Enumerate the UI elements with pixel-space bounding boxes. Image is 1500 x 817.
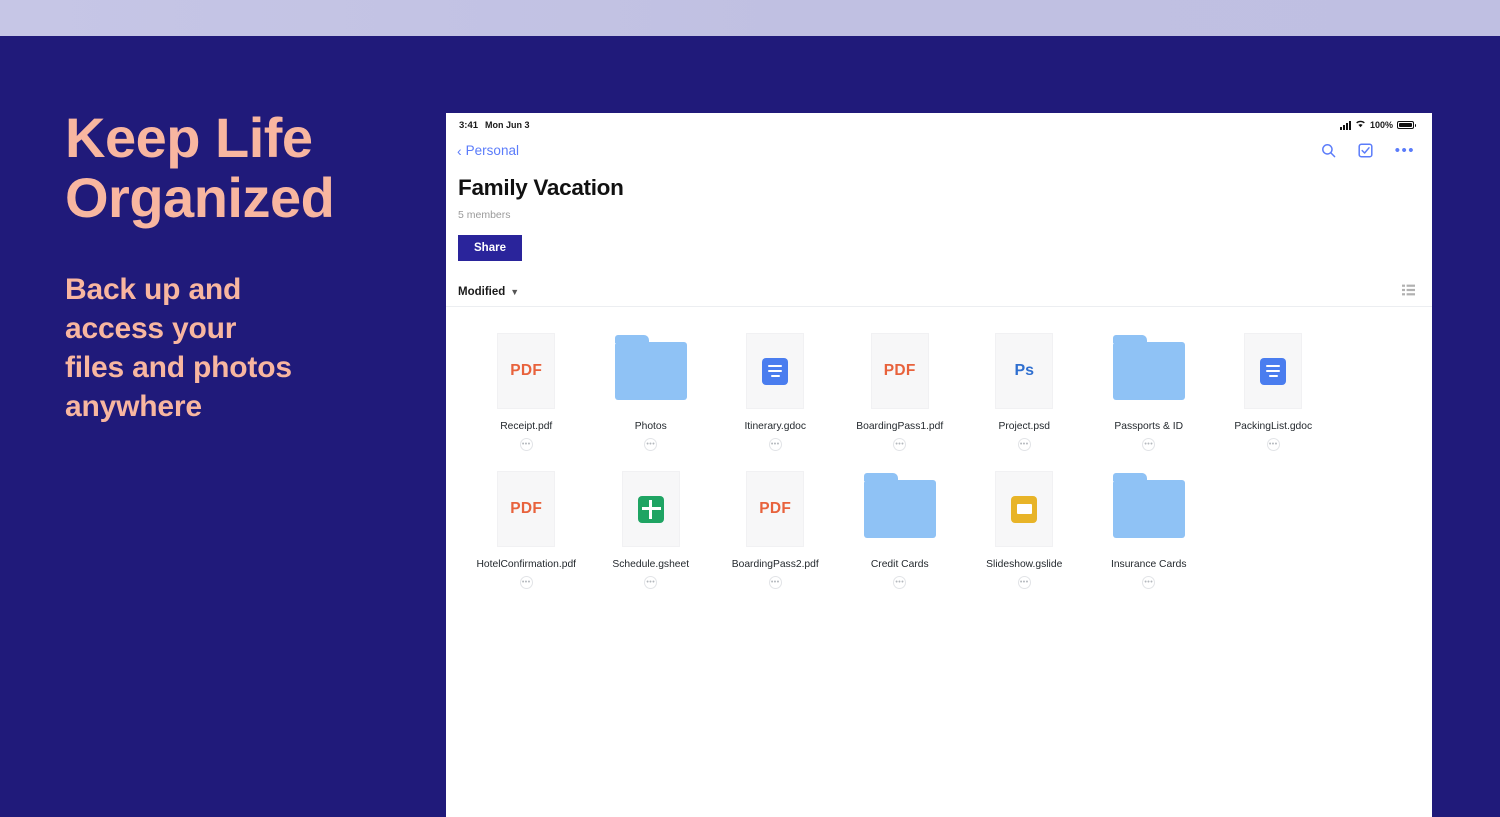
file-overflow-menu-icon[interactable]: ••• xyxy=(1017,438,1031,451)
file-tile[interactable]: PackingList.gdoc ••• xyxy=(1211,329,1336,451)
pdf-file-icon: PDF xyxy=(734,467,816,551)
share-button[interactable]: Share xyxy=(458,235,522,261)
file-overflow-menu-icon[interactable]: ••• xyxy=(1266,438,1280,451)
promo-subtext-line-4: anywhere xyxy=(65,390,202,423)
sort-dropdown[interactable]: Modified ▼ xyxy=(458,286,519,298)
file-overflow-menu-icon[interactable]: ••• xyxy=(519,438,533,451)
file-name: BoardingPass1.pdf xyxy=(856,421,944,432)
file-overflow-menu-icon[interactable]: ••• xyxy=(893,576,907,589)
folder-icon xyxy=(1108,467,1190,551)
folder-icon xyxy=(610,329,692,413)
folder-icon xyxy=(859,467,941,551)
file-name: HotelConfirmation.pdf xyxy=(476,559,577,570)
file-overflow-menu-icon[interactable]: ••• xyxy=(768,438,782,451)
file-tile[interactable]: PDF BoardingPass1.pdf ••• xyxy=(838,329,963,451)
file-name: Slideshow.gslide xyxy=(986,559,1063,570)
list-view-icon[interactable] xyxy=(1402,283,1415,301)
file-name: Receipt.pdf xyxy=(500,421,553,432)
page-title: Family Vacation xyxy=(458,175,624,200)
chevron-down-icon: ▼ xyxy=(510,287,520,297)
top-accent-band xyxy=(0,0,1500,36)
file-overflow-menu-icon[interactable]: ••• xyxy=(519,576,533,589)
status-bar: 3:41 Mon Jun 3 100% xyxy=(446,113,1432,133)
file-name: Project.psd xyxy=(998,421,1050,432)
file-name: Schedule.gsheet xyxy=(612,559,690,570)
sort-bar: Modified ▼ xyxy=(446,278,1432,307)
file-tile[interactable]: PDF Receipt.pdf ••• xyxy=(464,329,589,451)
file-name: Photos xyxy=(634,421,667,432)
battery-percent: 100% xyxy=(1369,120,1393,130)
file-name: PackingList.gdoc xyxy=(1234,421,1313,432)
back-label: Personal xyxy=(465,143,519,158)
member-count: 5 members xyxy=(458,209,511,221)
file-tile[interactable]: Photos ••• xyxy=(589,329,714,451)
folder-icon xyxy=(1108,329,1190,413)
file-overflow-menu-icon[interactable]: ••• xyxy=(1142,438,1156,451)
file-tile[interactable]: Credit Cards ••• xyxy=(838,467,963,589)
battery-icon xyxy=(1397,120,1416,130)
ellipsis-icon[interactable]: ••• xyxy=(1395,143,1415,158)
file-name: Passports & ID xyxy=(1114,421,1184,432)
file-tile[interactable]: Slideshow.gslide ••• xyxy=(962,467,1087,589)
promo-headline-line-2: Organized xyxy=(65,166,335,229)
file-name: Itinerary.gdoc xyxy=(744,421,807,432)
file-name: BoardingPass2.pdf xyxy=(731,559,819,570)
file-tile[interactable]: PDF BoardingPass2.pdf ••• xyxy=(713,467,838,589)
file-tile[interactable]: Insurance Cards ••• xyxy=(1087,467,1212,589)
google-doc-icon xyxy=(1232,329,1314,413)
photoshop-file-icon: Ps xyxy=(983,329,1065,413)
checkbox-select-icon[interactable] xyxy=(1358,143,1373,158)
promo-subtext-line-3: files and photos xyxy=(65,351,292,384)
tablet-app-panel: 3:41 Mon Jun 3 100% ‹ Personal ••• Famil… xyxy=(446,113,1432,817)
pdf-file-icon: PDF xyxy=(485,467,567,551)
promo-subtext: Back up and access your files and photos… xyxy=(65,270,445,426)
file-name: Insurance Cards xyxy=(1110,559,1187,570)
file-tile[interactable]: Itinerary.gdoc ••• xyxy=(713,329,838,451)
promo-headline-line-1: Keep Life xyxy=(65,106,313,169)
pdf-file-icon: PDF xyxy=(859,329,941,413)
promo-subtext-line-2: access your xyxy=(65,312,237,345)
promo-headline: Keep Life Organized xyxy=(65,108,445,228)
google-sheet-icon xyxy=(610,467,692,551)
file-overflow-menu-icon[interactable]: ••• xyxy=(768,576,782,589)
chevron-left-icon: ‹ xyxy=(457,142,462,159)
nav-bar: ‹ Personal ••• xyxy=(446,133,1432,163)
file-overflow-menu-icon[interactable]: ••• xyxy=(1017,576,1031,589)
search-icon[interactable] xyxy=(1321,143,1336,158)
file-grid: PDF Receipt.pdf ••• Photos ••• Itinerary.gdoc… xyxy=(446,307,1432,605)
promo-subtext-line-1: Back up and xyxy=(65,273,242,306)
back-to-personal-link[interactable]: ‹ Personal xyxy=(457,143,519,158)
file-tile[interactable]: Schedule.gsheet ••• xyxy=(589,467,714,589)
pdf-file-icon: PDF xyxy=(485,329,567,413)
file-overflow-menu-icon[interactable]: ••• xyxy=(644,576,658,589)
promo-copy: Keep Life Organized Back up and access y… xyxy=(65,108,445,426)
sort-label: Modified xyxy=(458,286,506,298)
google-doc-icon xyxy=(734,329,816,413)
status-date: Mon Jun 3 xyxy=(485,120,530,130)
file-overflow-menu-icon[interactable]: ••• xyxy=(1142,576,1156,589)
file-tile[interactable]: PDF HotelConfirmation.pdf ••• xyxy=(464,467,589,589)
google-slide-icon xyxy=(983,467,1065,551)
status-time: 3:41 xyxy=(459,119,479,131)
file-tile[interactable]: Ps Project.psd ••• xyxy=(962,329,1087,451)
cellular-bars-icon xyxy=(1339,120,1351,130)
file-overflow-menu-icon[interactable]: ••• xyxy=(893,438,907,451)
folder-header: Family Vacation 5 members Share xyxy=(446,163,1432,261)
file-name: Credit Cards xyxy=(870,559,929,570)
file-overflow-menu-icon[interactable]: ••• xyxy=(644,438,658,451)
file-tile[interactable]: Passports & ID ••• xyxy=(1087,329,1212,451)
wifi-icon xyxy=(1355,119,1366,131)
